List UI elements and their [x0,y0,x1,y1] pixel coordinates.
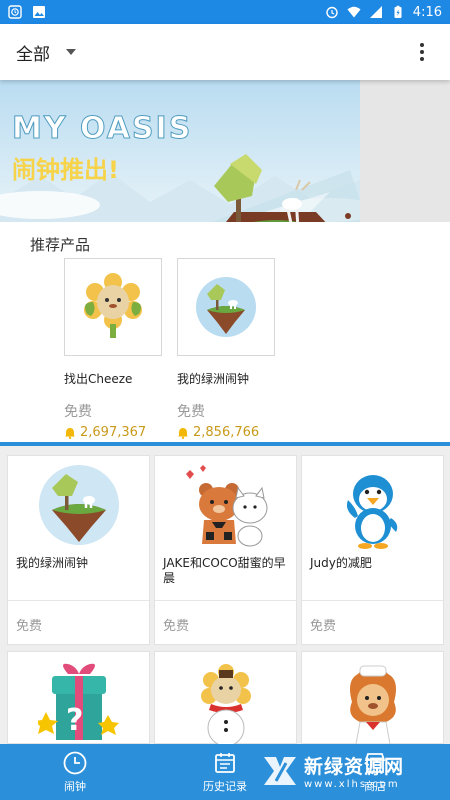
app-card[interactable]: Judy的减肥 免费 [301,455,444,645]
app-bar: 全部 [0,24,450,80]
app-thumbnail[interactable] [177,258,275,356]
app-card-name: JAKE和COCO甜蜜的早晨 [163,556,286,585]
bear-and-cat-icon [185,465,267,547]
alarm-clock-icon [326,6,338,19]
app-card[interactable]: ? [7,651,150,744]
calendar-icon [215,753,235,773]
floating-island-icon [38,465,119,545]
section-divider [0,442,450,446]
download-count: 2,697,367 [64,425,162,440]
banner-subtitle: 闹钟推出! [12,156,119,184]
card-divider [302,600,443,601]
banner-next-peek[interactable] [360,80,450,222]
app-card-name: Judy的减肥 [310,556,372,570]
recommended-title: 推荐产品 [30,236,91,254]
filter-label: 全部 [16,44,50,65]
nav-tab-alarm[interactable]: 闹钟 [0,744,150,800]
floating-island-icon [196,277,256,337]
status-time: 4:16 [412,4,442,20]
recommended-item-name: 找出Cheeze [64,372,133,386]
status-bar: 4:16 [0,0,450,24]
app-card[interactable]: JAKE和COCO甜蜜的早晨 免费 [154,455,297,645]
nav-label: 闹钟 [64,780,86,793]
battery-icon [394,5,402,18]
watermark-logo-icon [264,757,296,785]
download-count: 2,856,766 [177,425,275,440]
app-card[interactable]: 我的绿洲闹钟 免费 [7,455,150,645]
app-card[interactable] [154,651,297,746]
bell-icon [178,427,188,439]
recommended-item-price: 免费 [64,404,92,420]
recommended-item-price: 免费 [177,404,205,420]
app-card-price: 免费 [310,619,337,634]
app-card-name: 我的绿洲闹钟 [16,556,89,570]
more-options-icon[interactable] [410,40,434,64]
filter-dropdown[interactable]: 全部 [16,40,76,65]
app-card-price: 免费 [16,619,43,634]
promo-banner[interactable]: MY OASIS 闹钟推出! [0,80,360,222]
banner-title: MY OASIS [12,111,192,146]
wifi-icon [347,6,361,18]
card-divider [155,600,296,601]
oasis-banner-art: MY OASIS 闹钟推出! [0,80,360,222]
chef-lion-icon [349,665,396,745]
signal-icon [369,6,382,18]
gift-box-icon: ? [37,663,119,740]
app-card-price: 免费 [163,619,190,634]
dropdown-arrow-icon [66,49,76,55]
recommended-item[interactable]: 找出Cheeze 免费 2,697,367 [64,258,162,440]
nav-label: 历史记录 [203,780,247,793]
flower-hamster-icon [84,273,142,338]
alarm-notification-icon [8,5,22,19]
snowman-hamster-icon [200,664,251,746]
watermark: 新绿资源网 www.xlhs.com [262,748,432,794]
watermark-title: 新绿资源网 [304,756,405,778]
recommended-item-name: 我的绿洲闹钟 [177,372,250,386]
watermark-subtitle: www.xlhs.com [304,779,400,790]
svg-text:?: ? [66,703,83,738]
app-thumbnail[interactable] [64,258,162,356]
penguin-icon [346,475,397,549]
bell-icon [65,427,75,439]
clock-icon [63,751,87,775]
app-card[interactable] [301,651,444,745]
recommended-item[interactable]: 我的绿洲闹钟 免费 2,856,766 [177,258,275,440]
card-divider [8,600,149,601]
image-notification-icon [33,6,45,18]
